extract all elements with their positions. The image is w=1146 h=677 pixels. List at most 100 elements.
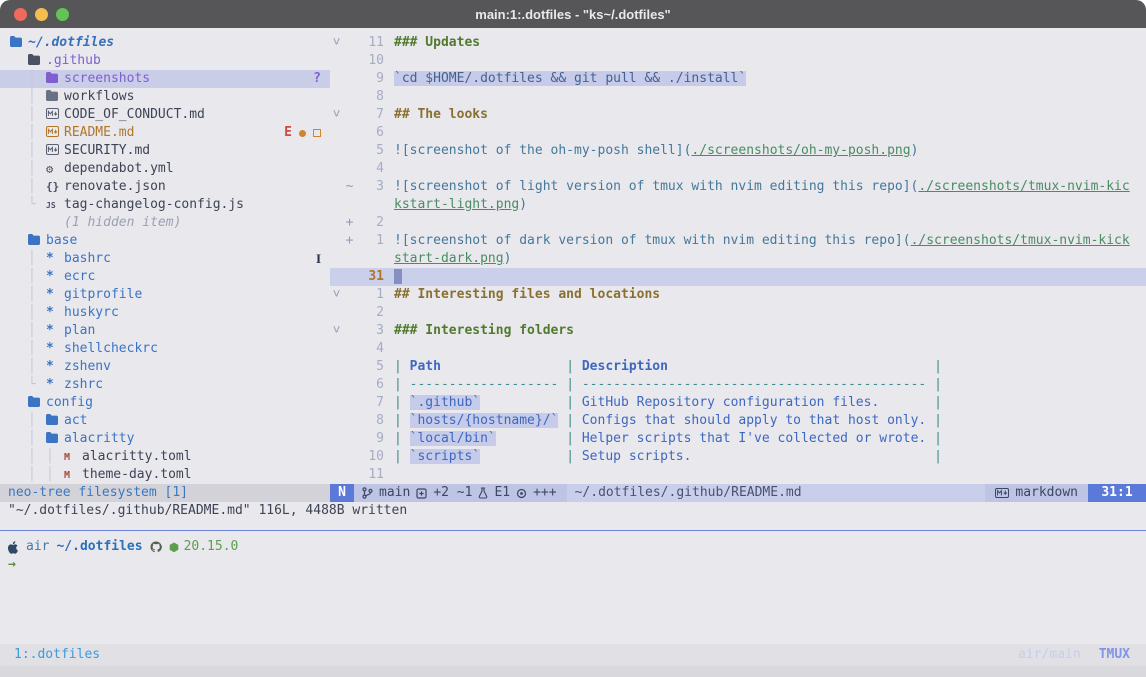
editor-buffer[interactable]: ˅11### Updates109`cd $HOME/.dotfiles && … [330,28,1146,484]
tree-item-label: README.md [64,124,134,142]
editor-line[interactable]: 10| `scripts` | Setup scripts. | [330,448,1146,466]
close-button[interactable] [14,8,27,21]
tree-item-ecrc[interactable]: │*ecrc [0,268,330,286]
tmux-session-name: air/main [1018,646,1081,664]
tree-item-alacritty[interactable]: │alacritty [0,430,330,448]
cmdline-message: "~/.dotfiles/.github/README.md" 116L, 44… [0,502,1146,520]
syntax-segment-pipe: | [566,431,582,446]
tree-item-gitprofile[interactable]: │*gitprofile [0,286,330,304]
editor-line[interactable]: 7| `.github` | GitHub Repository configu… [330,394,1146,412]
editor-line[interactable]: 6 [330,124,1146,142]
tmux-pane-divider[interactable] [0,530,1146,531]
editor-line[interactable]: 5![screenshot of the oh-my-posh shell](.… [330,142,1146,160]
editor-line[interactable]: start-dark.png) [330,250,1146,268]
tree-item-label: dependabot.yml [64,160,174,178]
editor-line[interactable]: +1![screenshot of dark version of tmux w… [330,232,1146,250]
line-number: 3 [356,178,384,196]
tree-item-theme-day-toml[interactable]: ││Mtheme-day.toml [0,466,330,484]
line-number: 4 [356,340,384,358]
indent-guide: │ [28,322,46,340]
editor-line[interactable]: 11 [330,466,1146,484]
editor-line[interactable]: 5| Path | Description | [330,358,1146,376]
syntax-segment-url: start-dark.png [394,251,504,266]
tree-item-act[interactable]: │act [0,412,330,430]
tree-item-zshenv[interactable]: │*zshenv [0,358,330,376]
tree-item-huskyrc[interactable]: │*huskyrc [0,304,330,322]
tree-item-tag-changelog-config-js[interactable]: └JStag-changelog-config.js [0,196,330,214]
statusline-git-section: main +2 ~1 E1 +++ [354,484,567,502]
line-number: 7 [356,106,384,124]
tree-item-label: .github [46,52,101,70]
tree-item-screenshots[interactable]: │screenshots? [0,70,330,88]
tree-item-alacritty-toml[interactable]: ││Malacritty.toml [0,448,330,466]
line-number: 5 [356,142,384,160]
editor-line[interactable]: ˅3### Interesting folders [330,322,1146,340]
editor-line[interactable]: 4 [330,160,1146,178]
line-number: 4 [356,160,384,178]
line-text: ![screenshot of dark version of tmux wit… [384,232,1146,250]
tree-item-plan[interactable]: │*plan [0,322,330,340]
tree-item-workflows[interactable]: │workflows [0,88,330,106]
indent-guide: │ [28,160,46,178]
tree-item-shellcheckrc[interactable]: │*shellcheckrc [0,340,330,358]
editor-line[interactable]: kstart-light.png) [330,196,1146,214]
editor-line[interactable]: 9`cd $HOME/.dotfiles && git pull && ./in… [330,70,1146,88]
syntax-segment-pipe: | [394,413,410,428]
tree-item-code-of-conduct-md[interactable]: │CODE_OF_CONDUCT.md [0,106,330,124]
rc-file-icon: * [46,286,64,304]
syntax-segment-url: kstart-light.png [394,197,519,212]
tree-item-dependabot-yml[interactable]: │⚙dependabot.yml [0,160,330,178]
mouse-ibeam-cursor: I [316,250,321,268]
tree-item--1-hidden-item-[interactable]: (1 hidden item) [0,214,330,232]
editor-line[interactable]: 4 [330,340,1146,358]
tree-item-renovate-json[interactable]: │{}renovate.json [0,178,330,196]
buffer-modified-icon [416,488,427,499]
tree-item-label: act [64,412,87,430]
editor-cursor-line[interactable]: 31 [330,268,1146,286]
line-text: ### Updates [384,34,1146,52]
tree-item-label: zshenv [64,358,111,376]
editor-line[interactable]: 8 [330,88,1146,106]
indent-guide: └ [28,196,46,214]
syntax-segment-pipe: | [566,413,582,428]
gear-icon: ⚙ [46,160,64,179]
tree-item-readme-md[interactable]: │README.mdE [0,124,330,142]
flask-icon [478,487,488,499]
tree-item-config[interactable]: config [0,394,330,412]
line-number: 10 [356,448,384,466]
syntax-segment-img: ) [911,143,919,158]
syntax-segment-plain [441,359,566,374]
tree-item-bashrc[interactable]: │*bashrcI [0,250,330,268]
titlebar[interactable]: main:1:.dotfiles - "ks~/.dotfiles" [0,0,1146,28]
editor-line[interactable]: ˅7## The looks [330,106,1146,124]
fold-marker: ˅ [330,322,343,340]
editor-line[interactable]: ~3![screenshot of light version of tmux … [330,178,1146,196]
tmux-window-tab[interactable]: 1:.dotfiles [0,646,100,664]
tree-item-security-md[interactable]: │SECURITY.md [0,142,330,160]
github-icon [150,541,162,553]
line-number: 6 [356,124,384,142]
syntax-segment-url: ./screenshots/oh-my-posh.png [691,143,910,158]
folder-icon [10,34,28,52]
git-diff-counts: +2 ~1 [433,484,472,502]
editor-line[interactable]: 6| ------------------- | ---------------… [330,376,1146,394]
zoom-button[interactable] [56,8,69,21]
minimize-button[interactable] [35,8,48,21]
editor-line[interactable]: ˅11### Updates [330,34,1146,52]
indent-guide: └ [28,376,46,394]
syntax-segment-h3: ### Interesting folders [394,323,574,338]
editor-line[interactable]: 10 [330,52,1146,70]
editor-line[interactable]: +2 [330,214,1146,232]
editor-line[interactable]: 8| `hosts/{hostname}/` | Configs that sh… [330,412,1146,430]
rc-file-icon: * [46,340,64,358]
tree-item--dotfiles[interactable]: ~/.dotfiles [0,34,330,52]
syntax-segment-h3: ### Updates [394,35,480,50]
syntax-segment-pipe: | [394,395,410,410]
editor-line[interactable]: ˅1## Interesting files and locations [330,286,1146,304]
editor-line[interactable]: 9| `local/bin` | Helper scripts that I'v… [330,430,1146,448]
line-text: | `scripts` | Setup scripts. | [384,448,1146,466]
tree-item--github[interactable]: .github [0,52,330,70]
tree-item-zshrc[interactable]: └*zshrc [0,376,330,394]
editor-line[interactable]: 2 [330,304,1146,322]
tree-item-base[interactable]: base [0,232,330,250]
